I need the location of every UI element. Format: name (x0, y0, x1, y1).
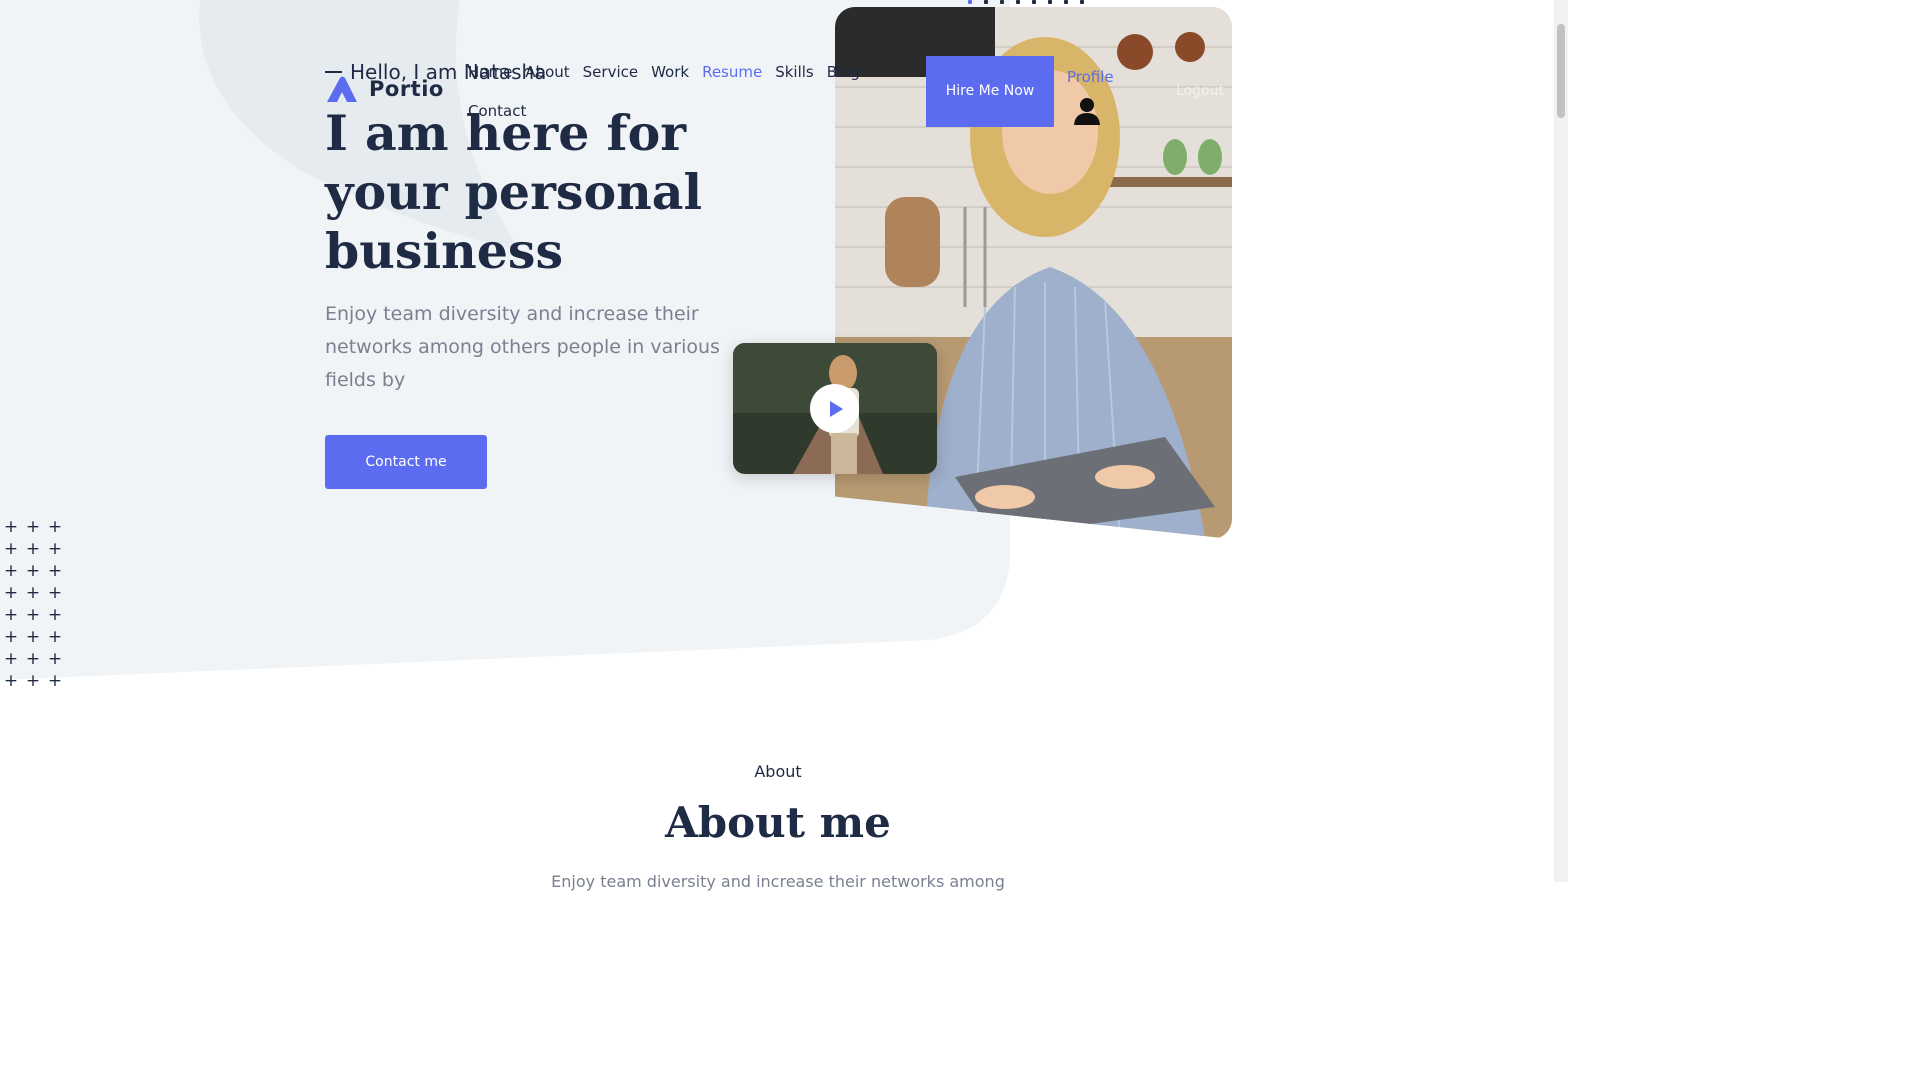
scrollbar-thumb[interactable] (1557, 24, 1565, 118)
brand-name: Portio (369, 77, 444, 101)
nav-item-about[interactable]: About (525, 63, 569, 81)
greeting-dash (325, 71, 342, 73)
brand-logo[interactable]: Portio (325, 74, 444, 104)
nav-item-home[interactable]: Home (468, 63, 512, 81)
profile-link[interactable]: Profile (1067, 68, 1114, 86)
contact-me-button[interactable]: Contact me (325, 435, 487, 489)
logo-icon (327, 76, 357, 102)
nav-item-contact[interactable]: Contact (468, 102, 526, 120)
decorative-plus-pattern: + + + + + + + + + + + + + + + + + + + + + + + + (3, 517, 63, 691)
nav-item-resume[interactable]: Resume (702, 63, 762, 81)
nav-item-blog[interactable]: Blog (827, 63, 860, 81)
main-nav: Home About Service Work Resume Skills Bl… (468, 58, 868, 125)
hero-title: I am here for your personal business (325, 104, 703, 280)
about-eyebrow: About (754, 762, 802, 781)
decorative-dots (968, 0, 1084, 4)
about-title: About me (665, 798, 891, 847)
user-icon[interactable] (1072, 96, 1102, 126)
page-scrollbar[interactable] (1554, 0, 1568, 882)
logout-link[interactable]: Logout (1176, 83, 1224, 99)
nav-item-work[interactable]: Work (651, 63, 689, 81)
about-description: Enjoy team diversity and increase their … (551, 872, 1005, 891)
nav-item-service[interactable]: Service (583, 63, 638, 81)
play-icon (829, 400, 843, 417)
hire-me-button[interactable]: Hire Me Now (926, 56, 1054, 127)
nav-item-skills[interactable]: Skills (775, 63, 814, 81)
play-button[interactable] (810, 384, 859, 433)
hero-description: Enjoy team diversity and increase their … (325, 303, 720, 391)
